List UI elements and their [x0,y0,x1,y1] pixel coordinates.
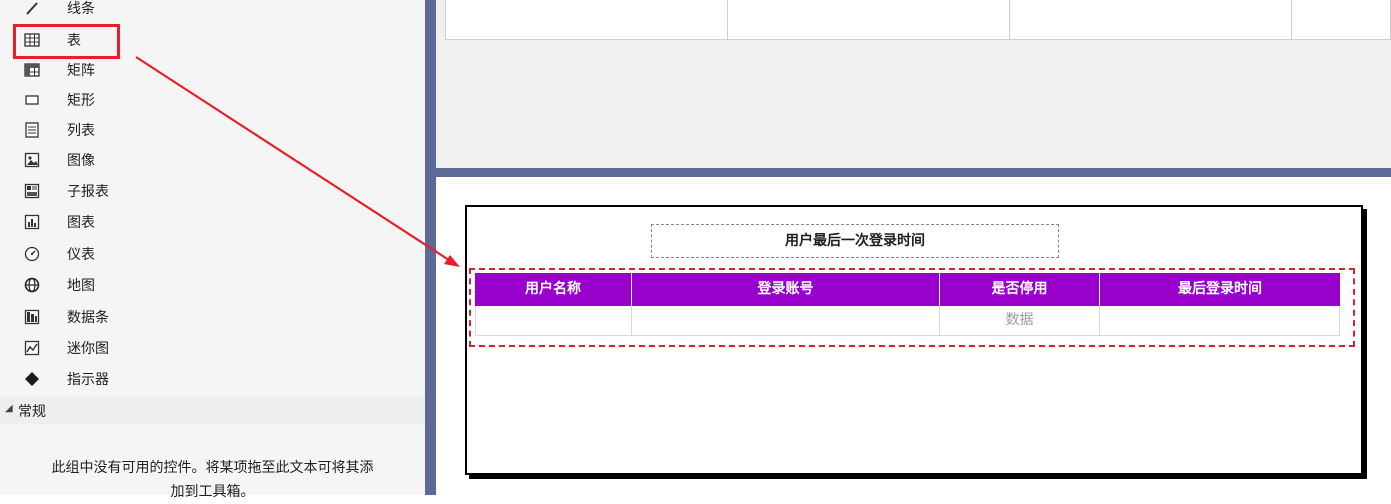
toolbox-item-label: 仪表 [67,247,95,263]
toolbox-item-matrix[interactable]: 矩阵 [0,55,425,85]
report-body[interactable]: 用户最后一次登录时间 用户名称 登录账号 是否停用 最后登录时间 数据 [465,205,1363,475]
toolbox-item-label: 线条 [67,1,95,17]
toolbox-item-map[interactable]: 地图 [0,270,425,300]
collapse-triangle-icon[interactable]: ◢ [5,403,13,414]
toolbox-item-subreport[interactable]: 子报表 [0,176,425,206]
toolbox-item-label: 矩形 [67,93,95,109]
toolbox-item-image[interactable]: 图像 [0,145,425,175]
image-icon [24,152,40,168]
indicator-icon [24,371,40,387]
toolbox-empty-message: 此组中没有可用的控件。将某项拖至此文本可将其添 加到工具箱。 [0,456,425,504]
sparkline-icon [24,340,40,356]
horizontal-splitter[interactable] [436,168,1391,177]
map-icon [24,277,40,293]
toolbox-item-gauge[interactable]: 仪表 [0,239,425,269]
empty-message-line: 此组中没有可用的控件。将某项拖至此文本可将其添 [51,460,374,476]
toolbox-item-label: 地图 [67,278,95,294]
toolbox-group-label: 常规 [18,404,46,420]
table-tool-highlight [13,24,120,59]
toolbox-item-label: 矩阵 [67,63,95,79]
matrix-icon [24,62,40,78]
rectangle-icon [24,92,40,108]
toolbox-item-label: 列表 [67,123,95,139]
report-title-textbox[interactable]: 用户最后一次登录时间 [651,224,1059,258]
toolbox-item-databar[interactable]: 数据条 [0,302,425,332]
toolbox-item-label: 数据条 [67,310,109,326]
table-dashed-highlight [469,268,1355,347]
vertical-splitter[interactable] [425,0,436,495]
toolbox-item-chart[interactable]: 图表 [0,207,425,237]
upper-table-row[interactable] [445,0,1391,40]
table-cell-divider [1009,0,1010,39]
list-icon [24,122,40,138]
empty-message-line: 加到工具箱。 [170,484,255,500]
line-icon [24,0,40,16]
toolbox-item-line[interactable]: 线条 [0,0,425,23]
toolbox-item-label: 图表 [67,215,95,231]
toolbox-item-label: 迷你图 [67,341,109,357]
table-cell-divider [727,0,728,39]
upper-design-surface [436,0,1391,168]
subreport-icon [24,183,40,199]
toolbox-item-label: 子报表 [67,184,109,200]
toolbox-item-sparkline[interactable]: 迷你图 [0,333,425,363]
toolbox-item-indicator[interactable]: 指示器 [0,364,425,394]
toolbox-panel: 线条 表 矩阵 矩形 列表 图像 子报表 图表 仪表 地图 数据条 迷你图 指示… [0,0,425,500]
toolbox-item-rectangle[interactable]: 矩形 [0,85,425,115]
report-design-surface: 用户最后一次登录时间 用户名称 登录账号 是否停用 最后登录时间 数据 [436,177,1391,495]
toolbox-group-general[interactable]: ◢ 常规 [0,396,425,424]
gauge-icon [24,246,40,262]
toolbox-item-label: 指示器 [67,372,109,388]
databar-icon [24,309,40,325]
toolbox-item-list[interactable]: 列表 [0,115,425,145]
table-cell-divider [1291,0,1292,39]
chart-icon [24,214,40,230]
toolbox-item-label: 图像 [67,153,95,169]
